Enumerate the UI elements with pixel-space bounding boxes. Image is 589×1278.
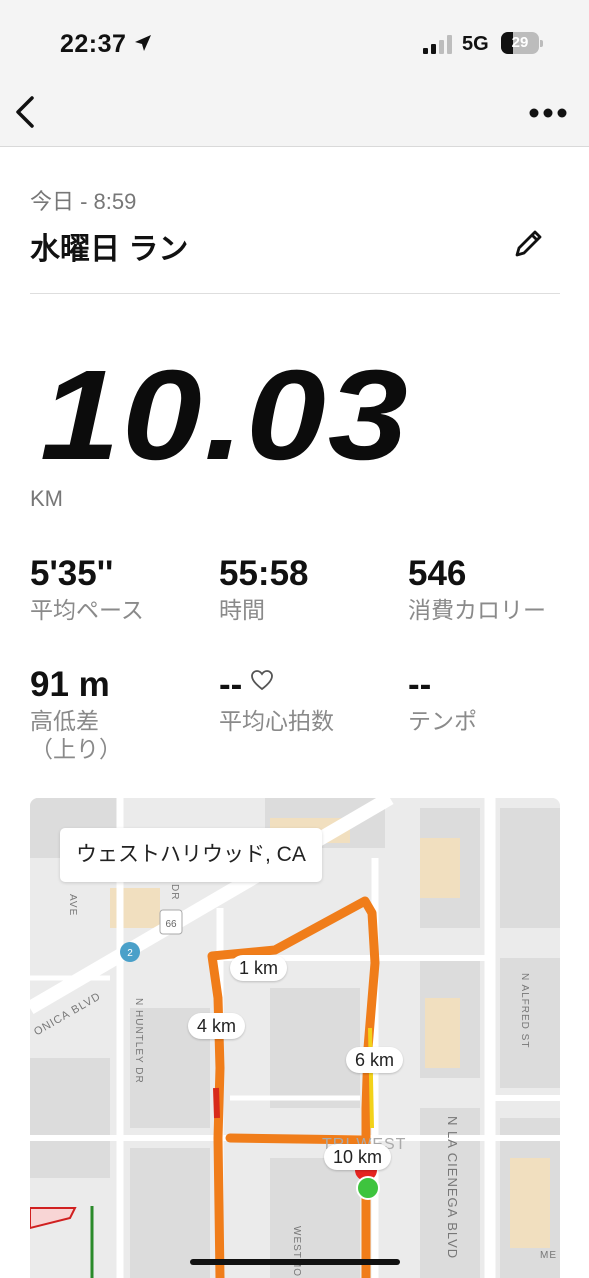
stat-value: 91 m	[30, 665, 110, 704]
start-marker	[356, 1176, 380, 1200]
edit-button[interactable]	[508, 224, 548, 264]
stat-value: 546	[408, 554, 467, 593]
stat-label-line1: 高低差	[30, 708, 99, 734]
battery-level: 29	[511, 34, 529, 51]
street-label: AVE	[67, 894, 78, 917]
svg-text:66: 66	[165, 919, 177, 930]
stat-label: 平均ペース	[30, 597, 144, 623]
distance-value: 10.03	[40, 344, 410, 487]
more-dots-icon	[529, 108, 567, 118]
svg-text:2: 2	[127, 948, 133, 959]
stat-value: 5'35''	[30, 554, 114, 593]
stat-elevation: 91 m 高低差 （上り）	[30, 665, 210, 763]
route-map[interactable]: 66 2 N ALFRED ST N HUNTLEY DR ONICA BLVD…	[30, 798, 560, 1278]
distance-unit: KM	[30, 486, 63, 511]
location-arrow-icon	[135, 35, 151, 51]
battery-icon: 29	[501, 32, 543, 54]
chevron-left-icon	[16, 96, 34, 128]
heart-icon	[251, 670, 274, 691]
street-label: N HUNTLEY DR	[133, 998, 144, 1084]
stat-avg-pace: 5'35'' 平均ペース	[30, 554, 210, 624]
stat-heart-rate: -- 平均心拍数	[219, 665, 399, 735]
header-bar: 22:37 5G 29	[0, 0, 589, 147]
street-label: ME	[540, 1250, 557, 1261]
km-marker: 10 km	[324, 1144, 392, 1170]
network-type: 5G	[462, 33, 489, 55]
stat-label: 消費カロリー	[408, 597, 546, 623]
home-indicator[interactable]	[190, 1259, 400, 1265]
activity-title: 水曜日 ラン	[30, 233, 189, 266]
signal-icon	[423, 34, 455, 54]
street-label: WESTMO	[291, 1226, 302, 1277]
activity-date: 今日 - 8:59	[30, 189, 137, 214]
km-marker: 4 km	[188, 1013, 246, 1039]
stat-label: 高低差 （上り）	[30, 707, 210, 763]
stat-label: テンポ	[408, 708, 477, 734]
pencil-icon	[515, 230, 542, 257]
divider	[30, 293, 560, 294]
place-label: ウェストハリウッド, CA	[60, 828, 322, 882]
status-time: 22:37	[60, 30, 127, 58]
stat-value: --	[408, 665, 432, 704]
street-label: DR	[169, 884, 180, 901]
street-label: N ALFRED ST	[519, 973, 530, 1049]
stat-calories: 546 消費カロリー	[408, 554, 588, 624]
stat-label: 平均心拍数	[219, 708, 334, 734]
km-marker: 1 km	[230, 955, 288, 981]
back-button[interactable]	[8, 92, 44, 132]
km-marker: 6 km	[346, 1047, 404, 1073]
stat-label-line2: （上り）	[30, 736, 122, 762]
more-options-button[interactable]	[526, 100, 570, 126]
stat-time: 55:58 時間	[219, 554, 399, 624]
stat-value: --	[219, 665, 243, 704]
stat-label: 時間	[219, 597, 265, 623]
street-label: N LA CIENEGA BLVD	[445, 1116, 460, 1260]
stat-cadence: -- テンポ	[408, 665, 588, 735]
stat-value: 55:58	[219, 554, 309, 593]
